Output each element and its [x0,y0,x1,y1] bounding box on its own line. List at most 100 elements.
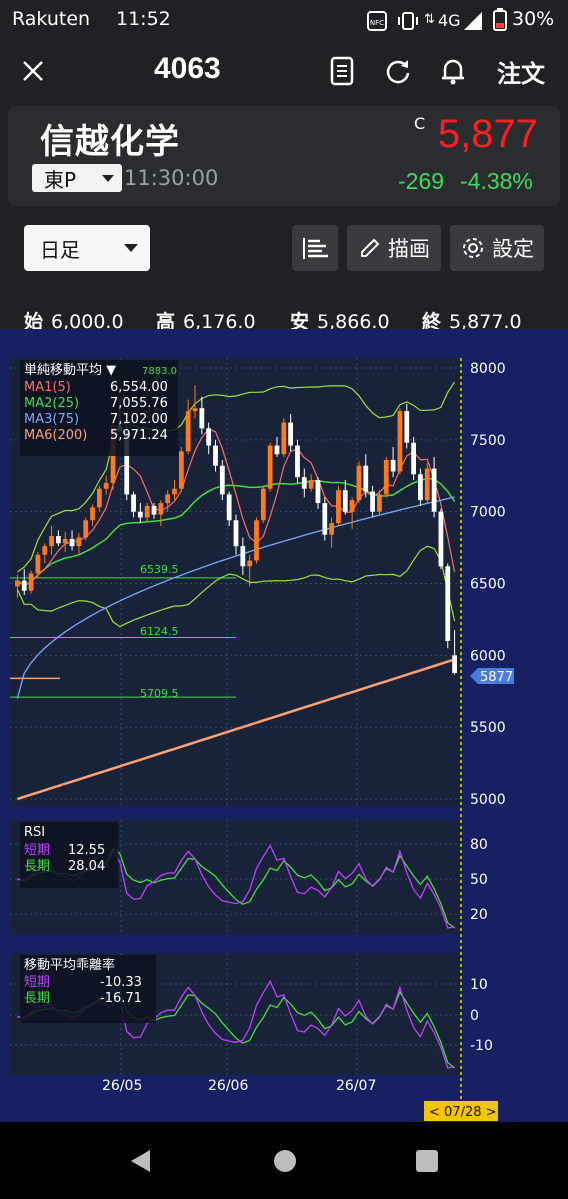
candle-body [315,480,321,504]
price-axis-label: 7000 [470,505,506,521]
ma-legend-value: 6,554.00 [110,380,168,395]
candle-body [90,507,95,521]
candle-body [431,468,437,512]
rsi-long-label: 長期 [24,859,50,874]
candle-body [21,580,27,591]
candle-body [390,459,396,472]
candle-body [424,468,430,501]
rsi-long-value: 28.04 [68,859,105,874]
candle-body [62,538,68,544]
date-axis-label: 26/05 [102,1078,142,1094]
candle-body [206,428,212,446]
candle-body [83,520,89,538]
price-axis-label: 8000 [470,361,506,377]
level-label: 5709.5 [140,687,179,700]
deviation-axis-label: 0 [470,1008,479,1024]
candle-body [288,422,294,446]
candle-body [418,474,423,501]
price-axis-label: 6500 [470,577,506,593]
candle-body [76,537,82,547]
candle-body [404,411,410,443]
level-label: 6539.5 [140,563,179,576]
ma-legend-title[interactable]: 単純移動平均 ▼ [24,362,116,378]
rsi-title: RSI [24,825,45,840]
candle-body [56,536,61,544]
candle-body [254,520,259,561]
candle-body [103,482,109,489]
candle-body [226,494,232,521]
rsi-axis-label: 80 [470,837,488,853]
candle-body [137,511,143,518]
candle-body [199,408,205,429]
candle-body [192,408,198,412]
deviation-axis-label: -10 [470,1038,493,1054]
deviation-title: 移動平均乖離率 [24,957,115,973]
rsi-axis-label: 20 [470,907,488,923]
ma-legend-max: 7883.0 [142,366,177,377]
candle-body [15,580,20,587]
cursor-date-text: < 07/28 > [429,1105,497,1120]
date-axis-label: 26/07 [336,1078,376,1094]
price-axis-label: 7500 [470,433,506,449]
candle-body [397,411,403,472]
candle-body [342,490,348,512]
candle-body [438,511,444,567]
ma-legend-name: MA3(75) [24,412,79,427]
candle-body [452,655,457,674]
candle-body [28,573,34,591]
price-axis: 8000 7500 7000 6500 6000 5500 5000 [470,361,506,808]
candle-body [377,494,382,512]
deviation-short-value: -10.33 [100,975,142,990]
home-icon[interactable] [272,1148,298,1174]
candle-body [42,546,48,555]
candle-body [363,465,369,492]
price-axis-label: 5500 [470,720,506,736]
deviation-axis-label: 10 [470,977,488,993]
candle-body [96,488,102,508]
recents-icon[interactable] [414,1148,440,1174]
rsi-short-label: 短期 [24,843,50,858]
candle-body [260,488,266,521]
candle-body [411,442,416,475]
candle-body [247,560,253,567]
candle-body [35,554,41,574]
back-icon[interactable] [128,1148,154,1174]
date-axis-label: 26/06 [208,1078,248,1094]
chart-svg[interactable]: 8000 7500 7000 6500 6000 5500 5000 5877 単純移動平均… [0,0,568,1122]
level-label: 6124.5 [140,625,179,638]
price-axis-label: 5000 [470,792,506,808]
candle-body [49,536,54,547]
deviation-long-label: 長期 [24,991,50,1006]
candle-body [336,490,341,524]
ma-legend-value: 7,055.76 [110,396,168,411]
candle-body [274,445,280,455]
ma-legend-value: 7,102.00 [110,412,168,427]
candle-body [233,520,239,547]
ma-legend-value: 5,971.24 [110,428,168,443]
deviation-short-label: 短期 [24,975,50,990]
candle-body [329,523,335,535]
rsi-axis-label: 50 [470,872,488,888]
candle-body [308,480,314,489]
candle-body [295,445,300,478]
rsi-short-value: 12.55 [68,843,105,858]
candle-body [281,422,287,455]
ma-legend-name: MA1(5) [24,380,71,395]
candle-body [356,465,362,501]
candle-body [301,477,307,489]
candle-body [370,491,376,512]
candle-body [240,546,246,567]
candle-body [267,445,273,489]
candle-body [213,445,218,466]
ma-legend-name: MA6(200) [24,428,87,443]
deviation-long-value: -16.71 [100,991,142,1006]
candle-body [445,566,451,641]
candle-body [322,503,328,535]
candle-body [158,503,164,515]
candle-body [165,494,171,504]
candle-body [178,451,184,489]
candle-body [172,488,177,495]
current-price-tag-text: 5877 [480,670,513,685]
ma-legend-name: MA2(25) [24,396,79,411]
candle-body [185,411,191,452]
